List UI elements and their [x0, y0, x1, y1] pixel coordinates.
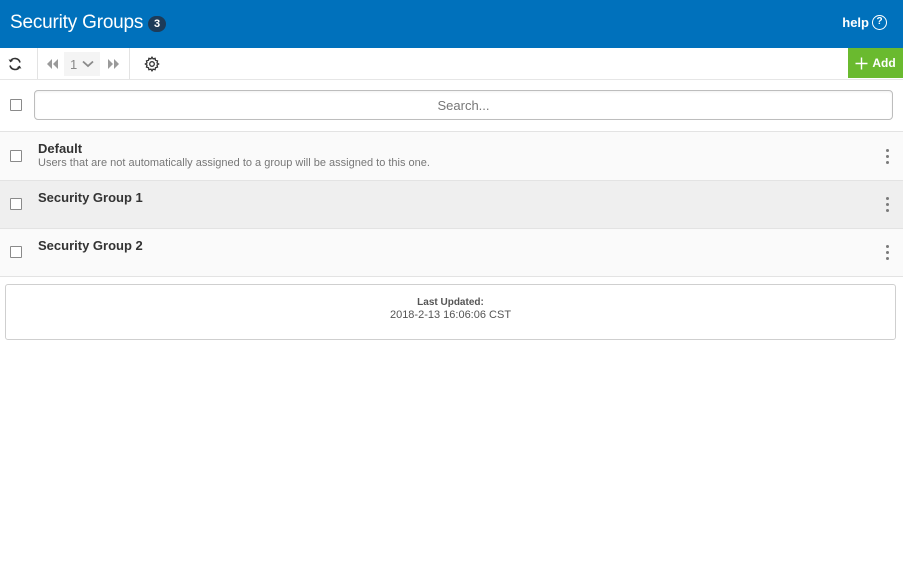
app-header: Security Groups 3 help ? — [0, 0, 903, 48]
toolbar: 1 Add — [0, 48, 903, 80]
help-button[interactable]: help ? — [842, 15, 887, 30]
toolbar-divider — [37, 48, 38, 79]
double-chevron-right-icon — [108, 58, 119, 69]
list-item[interactable]: Security Group 2 — [0, 229, 903, 277]
more-options-icon[interactable] — [884, 149, 890, 164]
add-label: Add — [872, 56, 896, 70]
more-options-icon[interactable] — [884, 197, 890, 212]
gear-icon — [144, 55, 160, 72]
group-description: Users that are not automatically assigne… — [38, 157, 430, 169]
last-updated-value: 2018-2-13 16:06:06 CST — [389, 309, 512, 321]
last-updated-label: Last Updated: — [417, 297, 484, 308]
refresh-icon — [8, 57, 22, 70]
group-name: Default — [38, 141, 83, 156]
toolbar-divider — [129, 48, 130, 79]
page-select[interactable]: 1 — [64, 52, 100, 76]
row-checkbox[interactable] — [10, 150, 22, 162]
row-checkbox[interactable] — [10, 198, 22, 210]
search-input[interactable] — [34, 90, 893, 120]
search-row — [0, 80, 903, 132]
help-label: help — [842, 15, 869, 30]
double-chevron-left-icon — [47, 58, 58, 69]
first-page-button[interactable] — [42, 48, 62, 79]
refresh-button[interactable] — [2, 48, 28, 79]
list-item[interactable]: Default Users that are not automatically… — [0, 132, 903, 181]
group-name: Security Group 1 — [38, 190, 143, 205]
settings-button[interactable] — [140, 48, 164, 79]
group-name: Security Group 2 — [38, 238, 143, 253]
list-item[interactable]: Security Group 1 — [0, 181, 903, 229]
last-page-button[interactable] — [104, 48, 124, 79]
row-checkbox[interactable] — [10, 246, 22, 258]
select-all-checkbox[interactable] — [10, 99, 22, 111]
more-options-icon[interactable] — [884, 245, 890, 260]
page-title: Security Groups — [10, 12, 144, 33]
page-number: 1 — [70, 56, 78, 72]
add-button[interactable]: Add — [848, 48, 903, 78]
help-icon: ? — [872, 15, 887, 30]
chevron-down-icon — [82, 60, 94, 68]
count-badge: 3 — [148, 16, 166, 32]
plus-icon — [855, 57, 868, 69]
last-updated-panel: Last Updated: 2018-2-13 16:06:06 CST — [5, 284, 896, 340]
